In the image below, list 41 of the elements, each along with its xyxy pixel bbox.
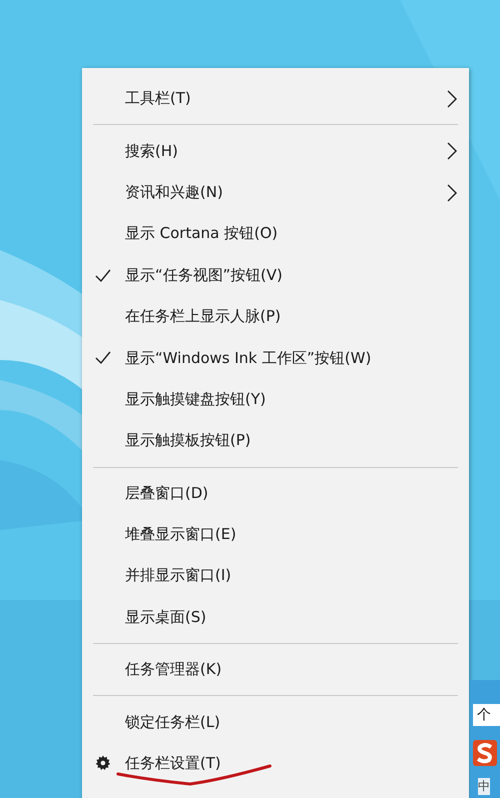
menu-item-label: 在任务栏上显示人脉(P) [125,307,281,326]
menu-item-label: 显示“Windows Ink 工作区”按钮(W) [125,348,372,368]
checkmark-icon [95,268,111,283]
settings-icon [95,754,111,771]
menu-item-label: 任务栏设置(T) [125,754,221,774]
menu-item-label: 并排显示窗口(I) [125,566,232,586]
menu-item-label: 显示触摸板按钮(P) [125,431,251,450]
menu-item[interactable]: 在任务栏上显示人脉(P) [82,296,469,338]
tooltip: 个 [473,704,500,726]
menu-item[interactable]: 工具栏(T) [82,78,469,120]
menu-item[interactable]: 堆叠显示窗口(E) [82,514,469,556]
menu-item[interactable]: 任务管理器(K) [82,649,469,690]
menu-item[interactable]: 并排显示窗口(I) [82,555,469,597]
menu-item[interactable]: 显示“Windows Ink 工作区”按钮(W) [82,337,469,379]
menu-item[interactable]: 显示“任务视图”按钮(V) [82,254,469,296]
ime-indicator[interactable]: 中 [478,778,490,795]
menu-item[interactable]: 资讯和兴趣(N) [82,172,469,214]
menu-item[interactable]: 搜索(H) [82,130,469,172]
menu-item[interactable]: 任务栏设置(T) [82,742,469,784]
chevron-right-icon [447,90,457,108]
menu-item-label: 层叠窗口(D) [125,484,208,503]
input-method-icon[interactable] [472,738,498,768]
menu-item-label: 任务管理器(K) [125,660,222,680]
chevron-right-icon [447,184,457,202]
menu-item[interactable]: 显示触摸板按钮(P) [82,420,469,462]
menu-item[interactable]: 显示触摸键盘按钮(Y) [82,378,469,420]
menu-item-label: 显示 Cortana 按钮(O) [125,224,278,244]
menu-item-label: 显示触摸键盘按钮(Y) [125,390,266,409]
checkmark-icon [95,351,111,366]
menu-item-label: 显示“任务视图”按钮(V) [125,266,283,285]
menu-item-label: 搜索(H) [125,142,178,161]
menu-item[interactable]: 显示 Cortana 按钮(O) [82,213,469,255]
menu-item[interactable]: 层叠窗口(D) [82,472,469,514]
menu-item[interactable]: 显示桌面(S) [82,596,469,638]
menu-item-label: 工具栏(T) [125,89,191,108]
menu-item-label: 资讯和兴趣(N) [125,182,223,202]
chevron-right-icon [447,142,457,160]
menu-item-label: 堆叠显示窗口(E) [125,525,236,544]
menu-item[interactable]: 锁定任务栏(L) [82,701,469,743]
menu-item-label: 显示桌面(S) [125,608,206,627]
menu-item-label: 锁定任务栏(L) [125,712,220,732]
